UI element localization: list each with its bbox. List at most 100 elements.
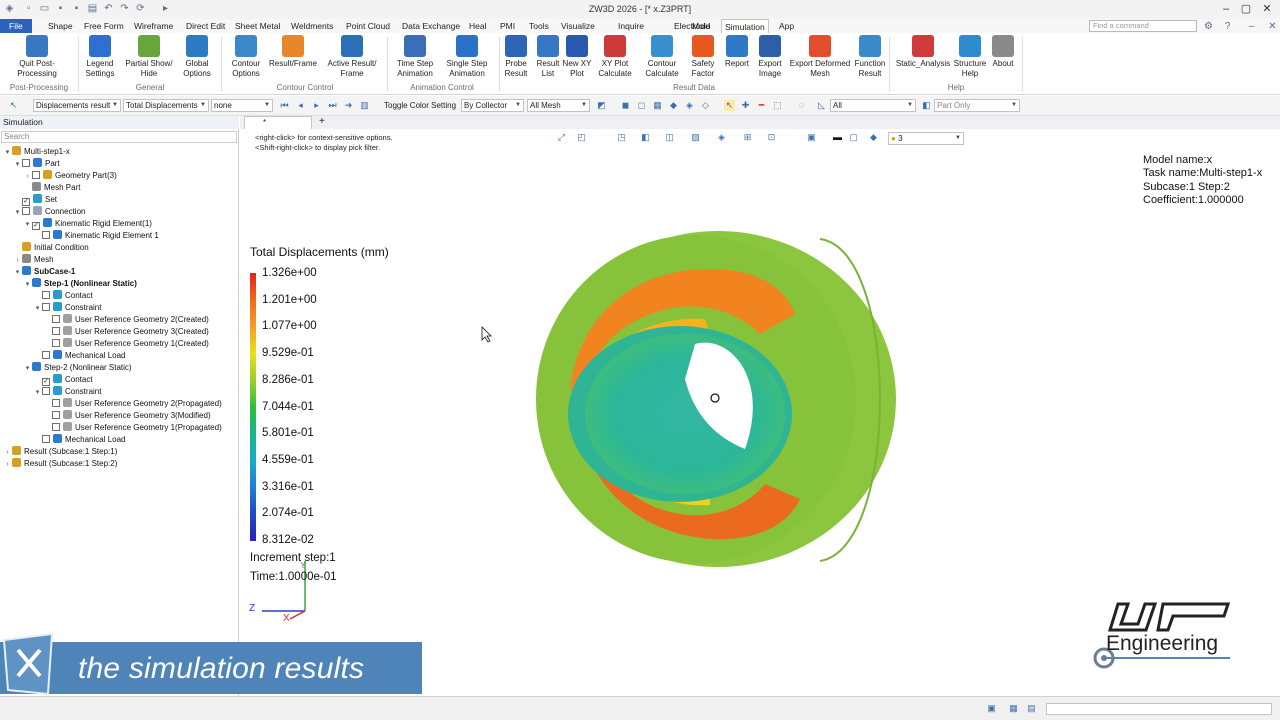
tree-item[interactable]: Mechanical Load (33, 434, 125, 446)
status-grid-icon[interactable]: ▦ (1008, 703, 1019, 714)
menu-inquire[interactable]: Inquire (615, 19, 647, 33)
partial-show-hide-button[interactable]: Partial Show/ Hide (121, 35, 177, 78)
tree-item[interactable]: User Reference Geometry 2(Propagated) (43, 398, 222, 410)
close-doc-icon[interactable]: ✕ (1267, 21, 1278, 32)
settings-gear-icon[interactable]: ⚙ (1203, 21, 1214, 32)
tree-item[interactable]: ▾ Constraint (33, 386, 101, 398)
safety-factor-button[interactable]: Safety Factor (688, 35, 718, 78)
tree-checkbox[interactable] (42, 435, 50, 443)
tree-item[interactable]: › Result (Subcase:1 Step:1) (3, 446, 117, 458)
document-tab[interactable]: * x.Z3PRT✕ (244, 116, 312, 139)
tree-item[interactable]: ▾ SubCase-1 (13, 266, 75, 278)
global-options-button[interactable]: Global Options (179, 35, 215, 78)
part-filter-icon[interactable]: ◧ (921, 100, 932, 111)
collector-select[interactable]: By Collector ▼ (461, 99, 524, 112)
tree-checkbox[interactable] (42, 387, 50, 395)
contour-options-button[interactable]: Contour Options (227, 35, 265, 78)
close-icon[interactable]: ✕ (1259, 2, 1275, 16)
static-analysis-button[interactable]: Static_Analysis (895, 35, 951, 69)
result-type-select[interactable]: Displacements result ▼ (33, 99, 121, 112)
menu-shape[interactable]: Shape (45, 19, 76, 33)
light-select[interactable]: ● 3 ▼ (888, 132, 964, 145)
expand-toggle-icon[interactable]: ▾ (33, 303, 42, 315)
tree-item[interactable]: Mechanical Load (33, 350, 125, 362)
tree-item[interactable]: ✓ Set (13, 194, 57, 206)
expand-toggle-icon[interactable]: ▾ (23, 363, 32, 375)
result-list-button[interactable]: Result List (535, 35, 561, 78)
tree-checkbox[interactable] (52, 411, 60, 419)
new-tab-icon[interactable]: + (319, 116, 325, 127)
help-icon[interactable]: ? (1222, 21, 1233, 32)
next-frame-icon[interactable]: ▸ (311, 100, 322, 111)
menu-file[interactable]: File (0, 19, 32, 33)
tree-checkbox[interactable] (52, 423, 60, 431)
lasso-icon[interactable]: ◌ (796, 100, 807, 111)
iso-view-icon[interactable]: ◳ (616, 132, 627, 143)
status-layout-icon[interactable]: ▤ (1026, 703, 1037, 714)
tree-item[interactable]: ▾ Step-1 (Nonlinear Static) (23, 278, 137, 290)
menu-sheet-metal[interactable]: Sheet Metal (232, 19, 283, 33)
new-xy-plot-button[interactable]: New XY Plot (562, 35, 592, 78)
wire-icon[interactable]: ◻ (636, 100, 647, 111)
menu-mold[interactable]: Mold (689, 19, 713, 33)
edge-icon[interactable]: ◇ (700, 100, 711, 111)
minimize-icon[interactable]: – (1218, 2, 1234, 16)
tree-item[interactable]: ✓ Contact (33, 374, 93, 386)
shaded-icon[interactable]: ◼ (620, 100, 631, 111)
tree-item[interactable]: Contact (33, 290, 93, 302)
tree-item[interactable]: Kinematic Rigid Element 1 (33, 230, 159, 242)
section-view-icon[interactable]: ◫ (664, 132, 675, 143)
fit-view-icon[interactable]: ⤢ (556, 132, 567, 143)
quit-post-processing-button[interactable]: Quit Post- Processing (8, 35, 66, 78)
expand-toggle-icon[interactable]: › (3, 459, 12, 471)
none-select[interactable]: none ▼ (211, 99, 273, 112)
toggle-color-setting-button[interactable]: Toggle Color Setting (384, 101, 456, 110)
export-image-button[interactable]: Export Image (755, 35, 785, 78)
tree-item[interactable]: User Reference Geometry 3(Created) (43, 326, 209, 338)
background-icon[interactable]: ▢ (848, 132, 859, 143)
filter-select[interactable]: All ▼ (830, 99, 916, 112)
tree-checkbox[interactable] (22, 207, 30, 215)
appearance-icon[interactable]: ◆ (868, 132, 879, 143)
forward-icon[interactable]: ➜ (343, 100, 354, 111)
function-result-button[interactable]: Function Result (852, 35, 888, 78)
tree-checkbox[interactable] (52, 399, 60, 407)
tree-item[interactable]: ▾ Part (13, 158, 60, 170)
menu-point-cloud[interactable]: Point Cloud (343, 19, 393, 33)
color-map-icon[interactable]: ▥ (359, 100, 370, 111)
display-mode-icon[interactable]: ◧ (640, 132, 651, 143)
mesh-view-icon[interactable]: ▦ (652, 100, 663, 111)
xy-plot-calculate-button[interactable]: XY Plot Calculate (596, 35, 634, 78)
status-input-field[interactable] (1046, 703, 1272, 715)
grid-icon[interactable]: ⊞ (742, 132, 753, 143)
tree-item[interactable]: ▾ Connection (13, 206, 85, 218)
structure-help-button[interactable]: Structure Help (953, 35, 987, 78)
filter-funnel-icon[interactable]: ◺ (816, 100, 827, 111)
tree-checkbox[interactable] (32, 171, 40, 179)
contour-calculate-button[interactable]: Contour Calculate (644, 35, 680, 78)
maximize-icon[interactable]: ▢ (1238, 2, 1254, 16)
tree-checkbox[interactable]: ✓ (32, 222, 40, 230)
tree-checkbox[interactable] (42, 351, 50, 359)
expand-toggle-icon[interactable]: ▾ (23, 219, 32, 231)
menu-heal[interactable]: Heal (466, 19, 489, 33)
tree-item[interactable]: User Reference Geometry 2(Created) (43, 314, 209, 326)
element-icon[interactable]: ◈ (684, 100, 695, 111)
menu-weldments[interactable]: Weldments (288, 19, 336, 33)
tree-checkbox[interactable] (42, 231, 50, 239)
frame-icon[interactable]: ⊡ (766, 132, 777, 143)
tree-item[interactable]: ▾ Step-2 (Nonlinear Static) (23, 362, 132, 374)
tree-checkbox[interactable] (52, 315, 60, 323)
tree-item[interactable]: User Reference Geometry 3(Modified) (43, 410, 211, 422)
menu-simulation[interactable]: Simulation (721, 19, 769, 33)
node-icon[interactable]: ◆ (668, 100, 679, 111)
tree-item[interactable]: User Reference Geometry 1(Created) (43, 338, 209, 350)
menu-visualize[interactable]: Visualize (558, 19, 598, 33)
tree-item[interactable]: Mesh Part (23, 182, 80, 194)
tree-item[interactable]: › Geometry Part(3) (23, 170, 117, 182)
box-select-icon[interactable]: ⬚ (772, 100, 783, 111)
screen-icon[interactable]: ▣ (806, 132, 817, 143)
single-step-animation-button[interactable]: Single Step Animation (445, 35, 489, 78)
about-button[interactable]: About (989, 35, 1017, 69)
tree-search-input[interactable]: Search (1, 131, 237, 143)
